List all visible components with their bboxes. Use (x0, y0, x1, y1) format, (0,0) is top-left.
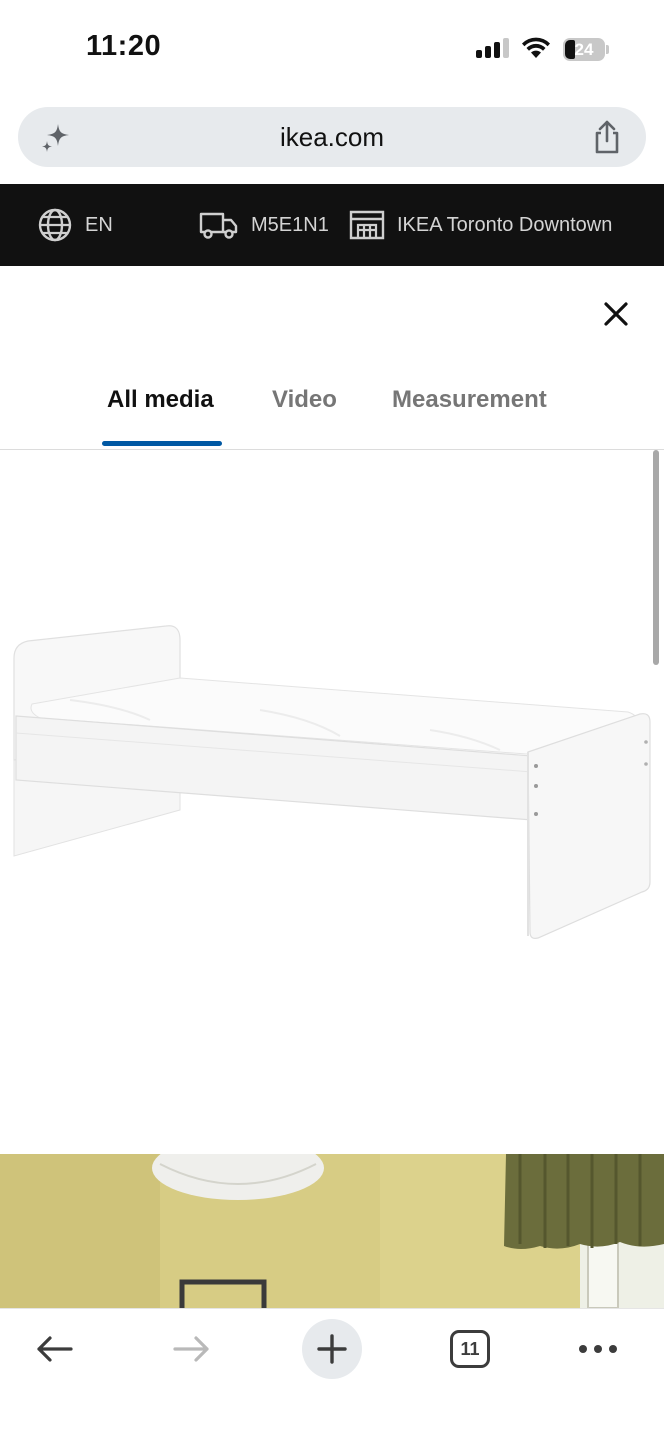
globe-icon (38, 208, 72, 242)
bed-illustration (13, 625, 651, 939)
tab-measurement[interactable]: Measurement (392, 386, 547, 414)
status-bar: 11:20 24 (0, 0, 664, 100)
postal-code-label: M5E1N1 (251, 213, 329, 236)
forward-arrow-icon (173, 1336, 209, 1362)
wifi-icon (522, 37, 550, 58)
share-icon[interactable] (590, 119, 624, 155)
room-photo[interactable] (0, 1154, 664, 1308)
close-button[interactable] (596, 294, 636, 334)
room-scene (0, 1154, 664, 1308)
media-scrollbar[interactable] (653, 450, 659, 665)
tab-video[interactable]: Video (272, 386, 337, 414)
plus-icon (317, 1334, 347, 1364)
truck-icon (199, 212, 238, 239)
battery-percent: 24 (574, 39, 594, 59)
store-label: IKEA Toronto Downtown (397, 213, 613, 236)
product-image[interactable] (0, 450, 664, 1154)
store-selector[interactable]: IKEA Toronto Downtown (349, 184, 612, 266)
back-arrow-icon (37, 1336, 73, 1362)
delivery-postal-code[interactable]: M5E1N1 (199, 184, 329, 266)
language-selector[interactable]: EN (37, 184, 113, 266)
back-button[interactable] (24, 1319, 84, 1379)
browser-toolbar: 11 (0, 1308, 664, 1440)
url-text[interactable]: ikea.com (18, 122, 646, 153)
ikea-store-bar: EN M5E1N1 IKEA Toronto Downtown (0, 184, 664, 266)
tab-switcher-button[interactable]: 11 (440, 1319, 500, 1379)
active-tab-indicator (102, 441, 222, 446)
battery-nub (606, 45, 609, 54)
language-label: EN (85, 213, 113, 236)
close-icon (604, 302, 628, 326)
tab-all-media[interactable]: All media (107, 386, 214, 414)
status-time: 11:20 (86, 30, 162, 62)
media-tabs: All media Video Measurement (0, 376, 664, 450)
more-icon (579, 1345, 617, 1353)
tabs-icon: 11 (450, 1330, 490, 1368)
store-icon (349, 210, 385, 240)
cellular-signal-icon (476, 38, 509, 58)
battery-indicator: 24 (563, 38, 605, 61)
media-viewer-sheet: All media Video Measurement (0, 266, 664, 1308)
forward-button[interactable] (162, 1319, 222, 1379)
address-bar[interactable]: ikea.com (18, 107, 646, 167)
new-tab-button[interactable] (302, 1319, 362, 1379)
more-menu-button[interactable] (568, 1319, 628, 1379)
